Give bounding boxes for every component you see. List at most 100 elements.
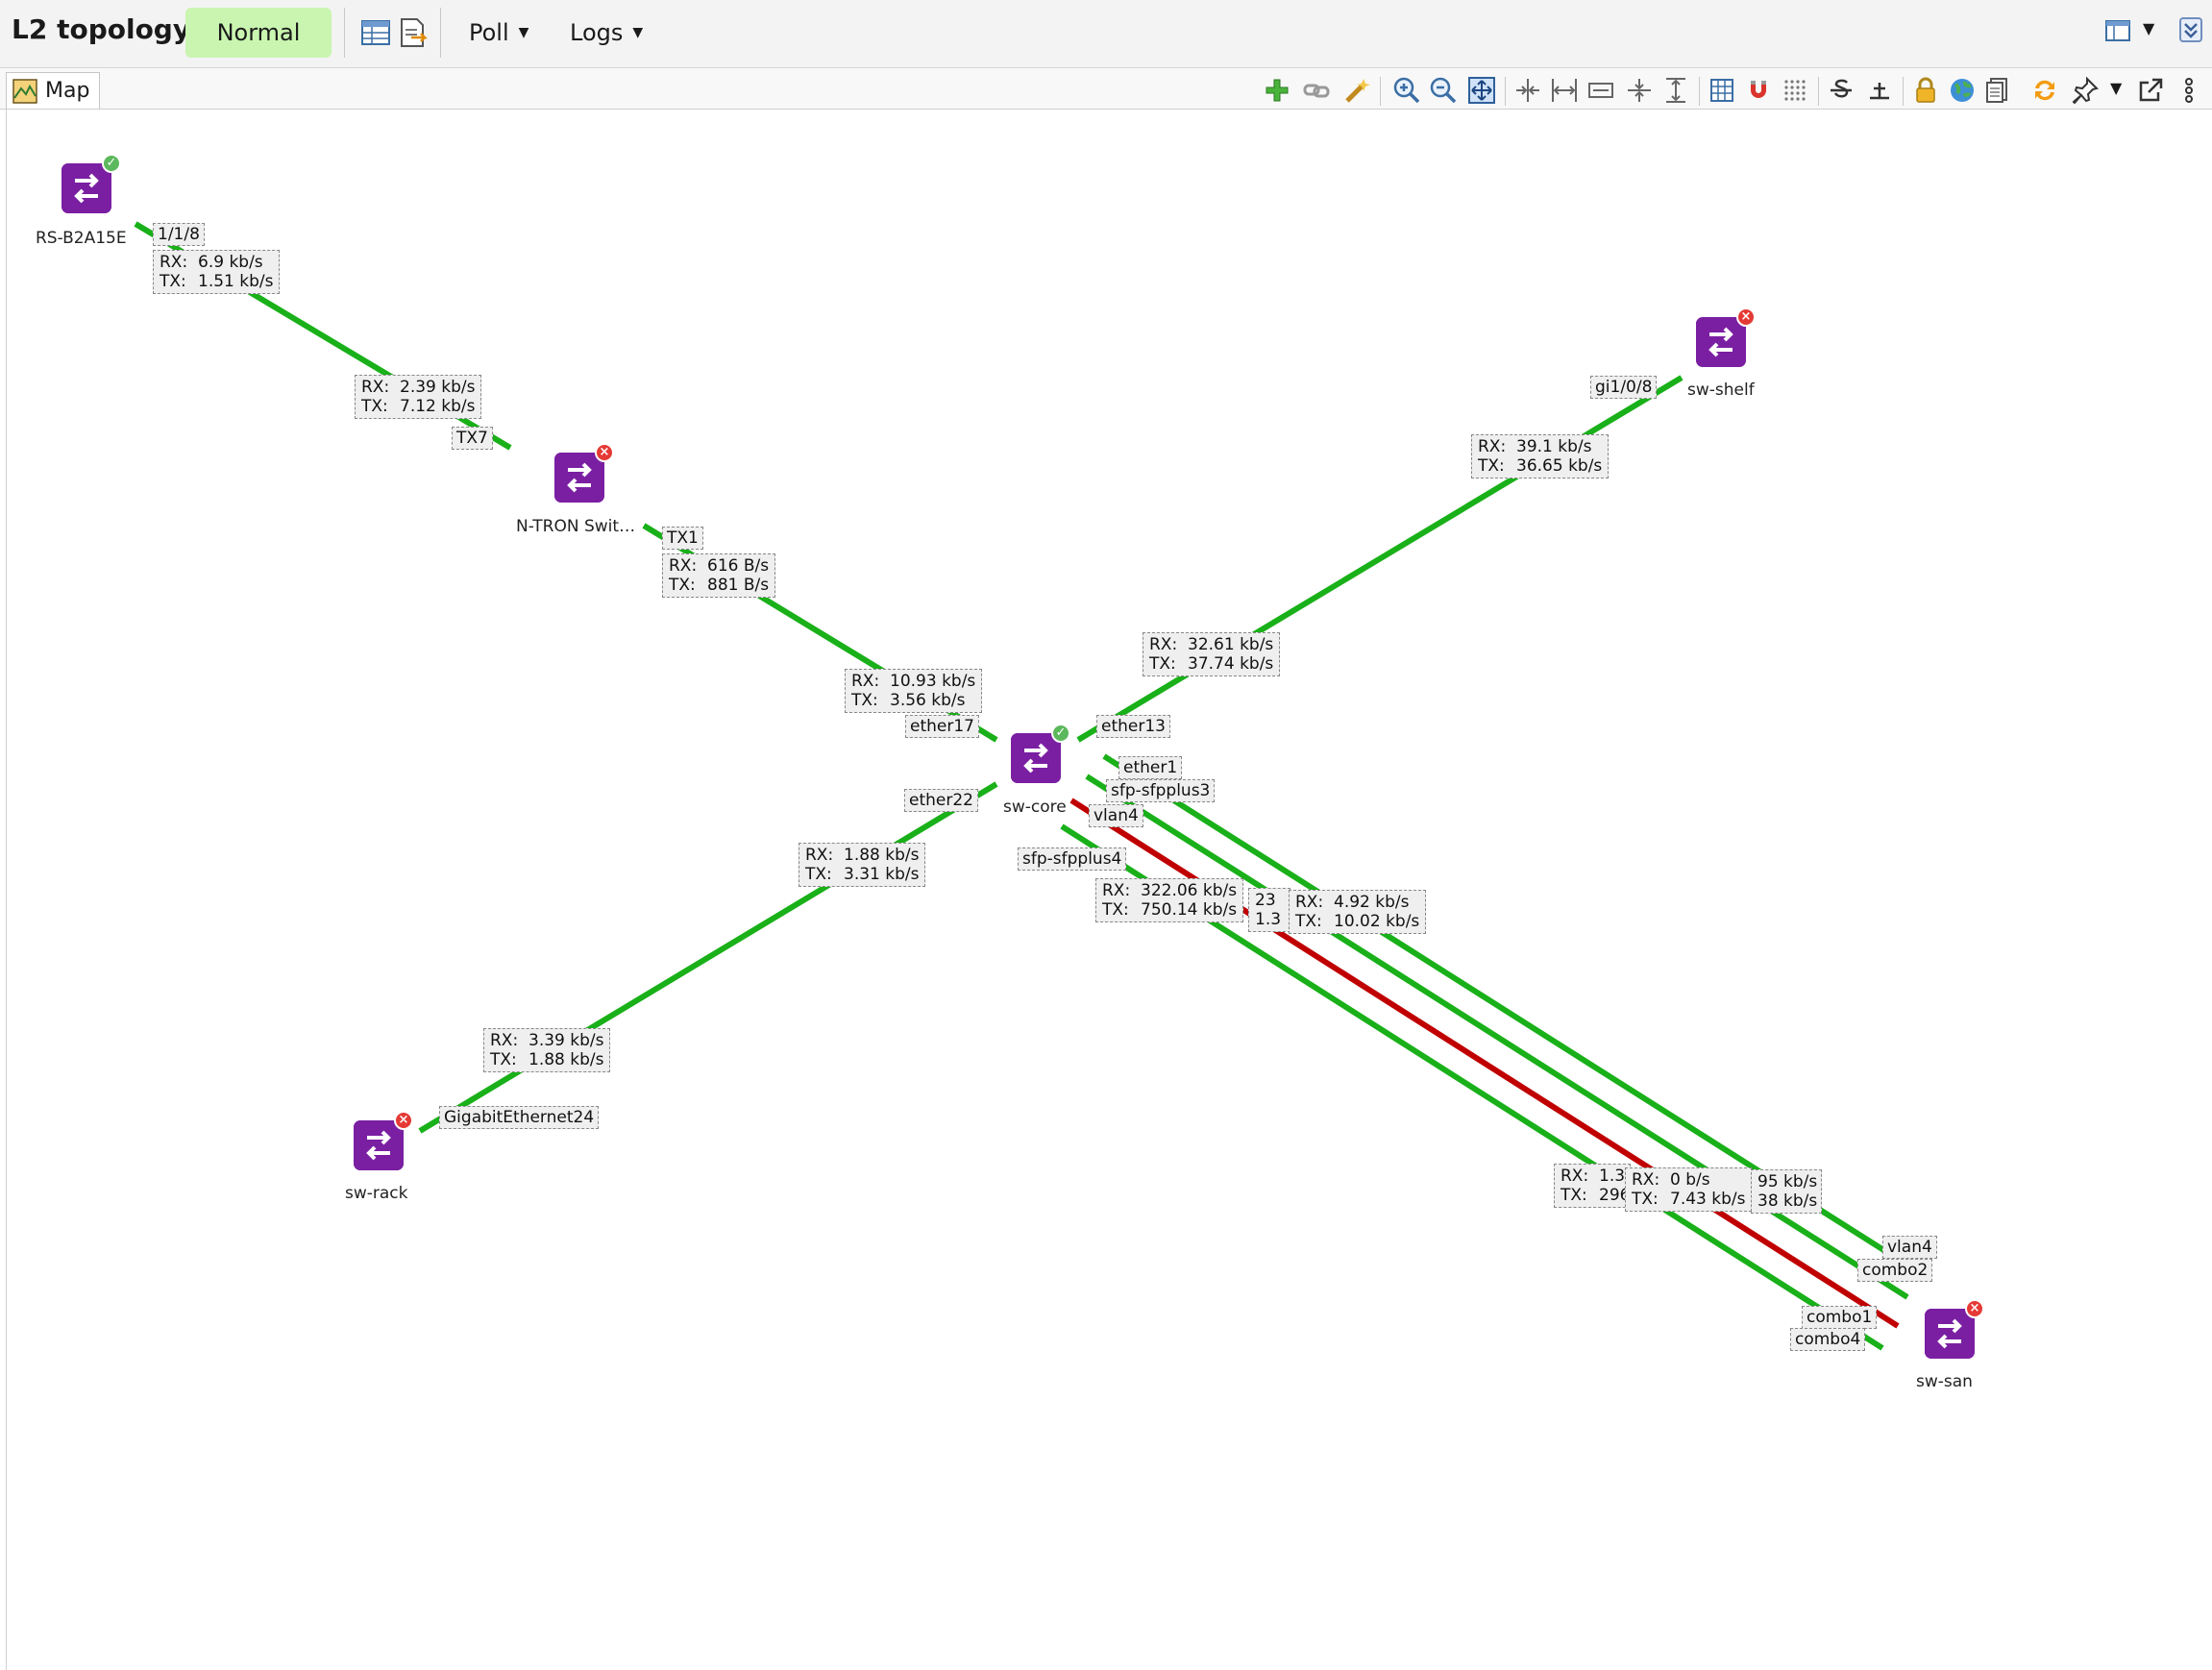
traffic-stats[interactable]: RX: 32.61 kb/s TX: 37.74 kb/s [1143, 632, 1281, 676]
node-sw-san[interactable]: × [1925, 1299, 1984, 1359]
logs-menu[interactable]: Logs ▼ [570, 19, 643, 46]
tx-value: 1.51 kb/s [198, 272, 274, 291]
status-ok-icon: ✓ [102, 154, 121, 173]
switch-icon [354, 1120, 404, 1170]
poll-menu[interactable]: Poll ▼ [469, 19, 528, 46]
switch-icon [1925, 1309, 1975, 1359]
status-badge[interactable]: Normal [185, 8, 332, 58]
traffic-stats-partial[interactable]: RX: 1.3 TX: 296 [1554, 1164, 1631, 1208]
link-shelf-core[interactable] [1076, 375, 1684, 743]
rx-value: 10.93 kb/s [890, 672, 976, 691]
compress-v-icon[interactable] [1624, 75, 1655, 106]
fit-width-icon[interactable] [1585, 75, 1616, 106]
wand-icon[interactable] [1342, 75, 1373, 106]
divider [440, 8, 441, 58]
port-label[interactable]: GigabitEthernet24 [439, 1106, 600, 1129]
port-label[interactable]: ether1 [1118, 756, 1183, 779]
switch-icon [1696, 317, 1746, 367]
port-label[interactable]: sfp-sfpplus3 [1106, 779, 1216, 802]
port-label[interactable]: vlan4 [1089, 804, 1143, 827]
lock-icon[interactable] [1910, 75, 1941, 106]
node-sw-rack[interactable]: × [354, 1111, 413, 1170]
traffic-stats[interactable]: RX: 39.1 kb/s TX: 36.65 kb/s [1471, 434, 1610, 479]
traffic-stats[interactable]: RX: 4.92 kb/s TX: 10.02 kb/s [1289, 890, 1427, 934]
port-label[interactable]: TX7 [452, 427, 493, 450]
tx-value: 881 B/s [707, 576, 770, 595]
port-label[interactable]: combo4 [1790, 1328, 1866, 1351]
partial-value: 38 kb/s [1757, 1191, 1818, 1211]
sync-icon[interactable] [2029, 75, 2060, 106]
unlink-icon[interactable] [1301, 75, 1332, 106]
traffic-stats[interactable]: RX: 2.39 kb/s TX: 7.12 kb/s [355, 375, 482, 419]
collapse-icon[interactable] [2177, 15, 2204, 44]
node-sw-shelf[interactable]: × [1696, 307, 1756, 367]
node-sw-core[interactable]: ✓ [1011, 724, 1070, 783]
partial-value: 23 [1255, 891, 1276, 910]
traffic-stats[interactable]: RX: 3.39 kb/s TX: 1.88 kb/s [483, 1028, 611, 1072]
export-document-icon[interactable] [396, 16, 429, 49]
node-rs-b2a15e[interactable]: ✓ [61, 154, 121, 213]
divider [1505, 77, 1506, 106]
tx-value: 36.65 kb/s [1516, 456, 1603, 476]
expand-h-icon[interactable] [1549, 75, 1580, 106]
layout-icon[interactable] [2104, 17, 2131, 44]
port-label[interactable]: combo2 [1857, 1259, 1933, 1282]
status-error-icon: × [394, 1111, 413, 1130]
zoom-in-icon[interactable] [1391, 75, 1422, 106]
compress-h-icon[interactable] [1512, 75, 1543, 106]
zoom-out-icon[interactable] [1428, 75, 1459, 106]
port-label[interactable]: vlan4 [1882, 1236, 1937, 1259]
strikethrough-icon[interactable] [1826, 75, 1856, 106]
link-rack-core[interactable] [418, 781, 998, 1134]
divider [1903, 77, 1904, 106]
external-link-icon[interactable] [2135, 75, 2166, 106]
port-label[interactable]: 1/1/8 [153, 223, 205, 246]
tab-map[interactable]: Map [6, 72, 100, 109]
switch-icon [61, 163, 111, 213]
grid-layout-icon[interactable] [1707, 75, 1737, 106]
magnet-icon[interactable] [1743, 75, 1774, 106]
tx-value: 7.12 kb/s [400, 397, 476, 416]
traffic-stats[interactable]: RX: 10.93 kb/s TX: 3.56 kb/s [845, 669, 983, 713]
status-error-icon: × [1965, 1299, 1984, 1318]
port-label[interactable]: ether17 [905, 715, 979, 738]
globe-icon[interactable] [1947, 75, 1978, 106]
tx-value: 10.02 kb/s [1334, 912, 1420, 931]
tx-value: 3.56 kb/s [890, 691, 966, 710]
traffic-stats[interactable]: RX: 0 b/s TX: 7.43 kb/s [1625, 1167, 1753, 1212]
rx-value: 0 b/s [1670, 1170, 1710, 1190]
tx-value: 37.74 kb/s [1188, 654, 1274, 674]
port-label[interactable]: ether22 [904, 789, 978, 812]
traffic-stats[interactable]: RX: 322.06 kb/s TX: 750.14 kb/s [1095, 878, 1244, 922]
status-text: Normal [216, 19, 301, 46]
port-label[interactable]: ether13 [1096, 715, 1170, 738]
topology-map[interactable]: ✓ RS-B2A15E × N-TRON Swit… ✓ sw-core × s… [6, 110, 2212, 1670]
port-label[interactable]: gi1/0/8 [1590, 376, 1658, 399]
table-view-icon[interactable] [359, 16, 392, 49]
connect-icon[interactable] [1864, 75, 1895, 106]
zoom-fit-icon[interactable] [1466, 75, 1497, 106]
dotted-grid-icon[interactable] [1780, 75, 1810, 106]
rx-value: 3.39 kb/s [528, 1031, 604, 1050]
link-core-san-ether1[interactable] [1085, 774, 1909, 1300]
traffic-stats-partial[interactable]: 23 1.3 [1248, 888, 1290, 932]
pin-icon[interactable] [2070, 75, 2101, 106]
traffic-stats-partial[interactable]: 95 kb/s 38 kb/s [1751, 1169, 1822, 1214]
port-label[interactable]: sfp-sfpplus4 [1018, 847, 1127, 871]
traffic-stats[interactable]: RX: 1.88 kb/s TX: 3.31 kb/s [799, 843, 926, 887]
traffic-stats[interactable]: RX: 6.9 kb/s TX: 1.51 kb/s [153, 250, 281, 294]
add-icon[interactable] [1262, 75, 1292, 106]
divider [1699, 77, 1700, 106]
rx-value: 32.61 kb/s [1188, 635, 1274, 654]
port-label[interactable]: TX1 [662, 527, 703, 550]
rx-value: 322.06 kb/s [1141, 881, 1238, 900]
document-icon[interactable] [1983, 75, 2014, 106]
traffic-stats[interactable]: RX: 616 B/s TX: 881 B/s [662, 553, 776, 598]
rx-value: 6.9 kb/s [198, 253, 263, 272]
port-label[interactable]: combo1 [1802, 1306, 1878, 1329]
chevron-down-icon[interactable]: ▼ [2143, 19, 2154, 37]
expand-v-icon[interactable] [1660, 75, 1691, 106]
node-ntron[interactable]: × [554, 443, 614, 503]
more-icon[interactable] [2174, 75, 2204, 106]
chevron-down-icon: ▼ [518, 25, 529, 40]
